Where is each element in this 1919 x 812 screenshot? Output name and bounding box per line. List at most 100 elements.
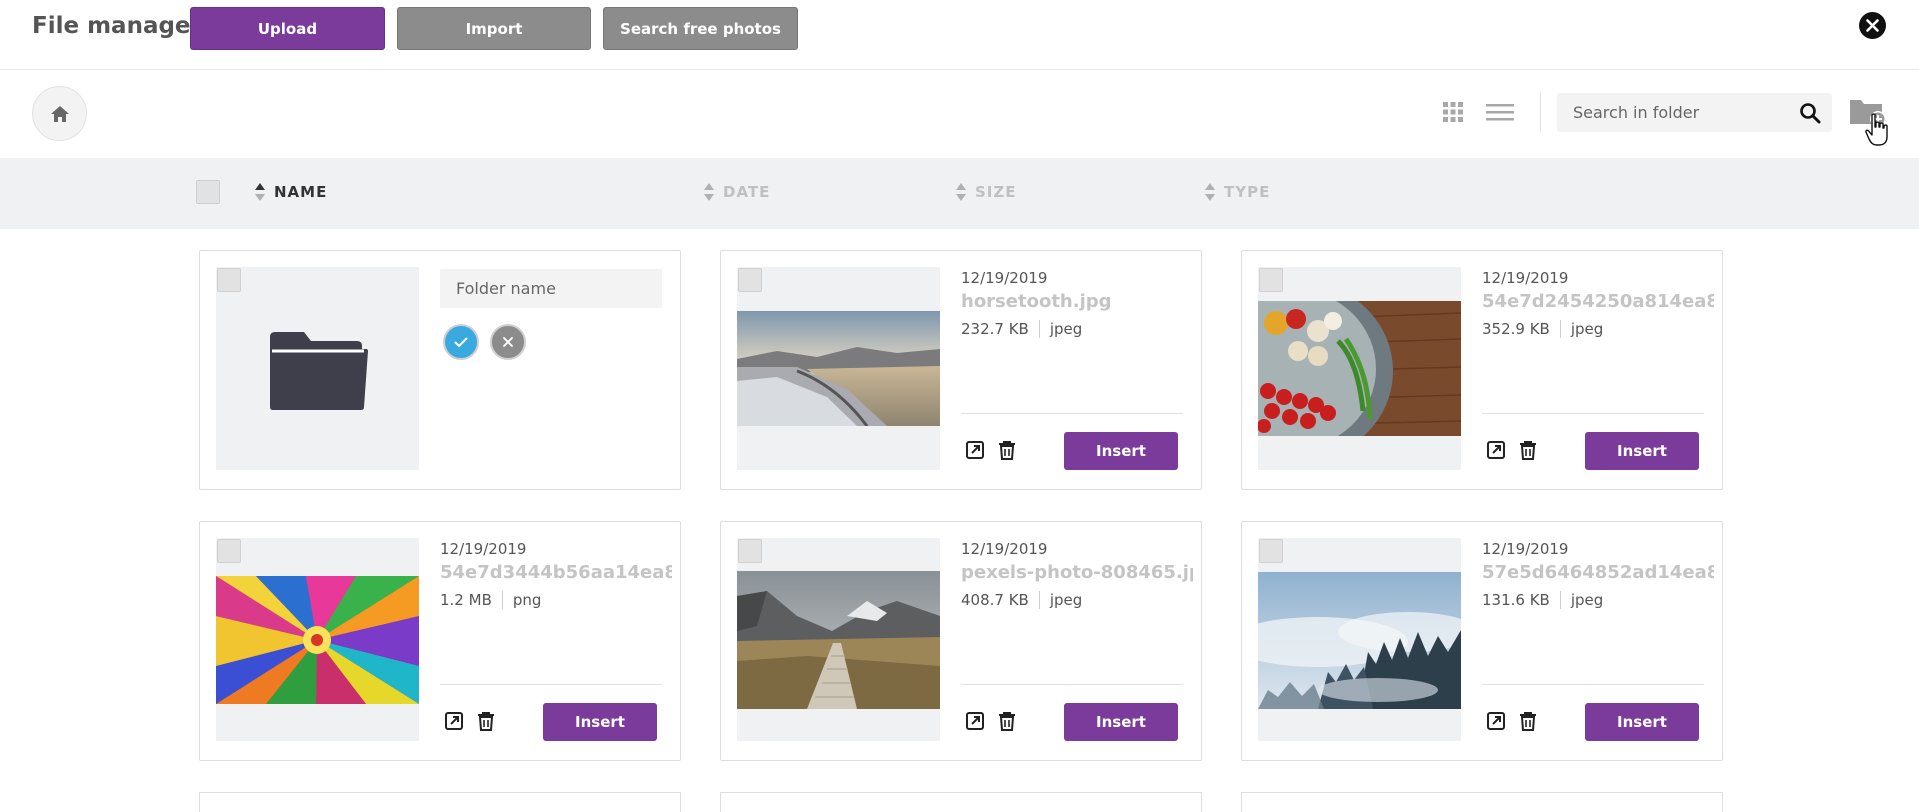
card-divider — [1482, 413, 1704, 414]
file-checkbox[interactable] — [738, 539, 762, 563]
open-external-icon[interactable] — [1485, 710, 1507, 732]
folder-checkbox[interactable] — [217, 268, 241, 292]
file-size: 131.6 KB — [1482, 591, 1550, 609]
info-divider — [1038, 320, 1040, 338]
sort-name-label: NAME — [274, 183, 328, 201]
new-folder-icon[interactable] — [1848, 94, 1890, 134]
close-icon — [1866, 19, 1879, 32]
lake-landscape-image — [737, 311, 940, 426]
sort-by-size[interactable]: SIZE — [955, 180, 1017, 204]
file-checkbox[interactable] — [1259, 268, 1283, 292]
file-card: 12/19/2019 57e5d6464852ad14ea8 131.6 KB … — [1241, 521, 1723, 761]
file-date: 12/19/2019 — [961, 269, 1048, 287]
trash-icon[interactable] — [996, 439, 1018, 461]
file-type: png — [512, 591, 542, 609]
cancel-folder-button[interactable] — [490, 324, 526, 360]
sort-arrows-icon — [956, 183, 966, 201]
file-size: 408.7 KB — [961, 591, 1029, 609]
open-external-icon[interactable] — [964, 710, 986, 732]
new-folder-card — [199, 250, 681, 490]
misty-forest-image — [1258, 572, 1461, 709]
trash-icon[interactable] — [475, 710, 497, 732]
info-divider — [1038, 591, 1040, 609]
file-thumbnail[interactable] — [737, 267, 940, 470]
sort-header: NAME DATE SIZE TYPE — [0, 158, 1919, 229]
open-external-icon[interactable] — [964, 439, 986, 461]
select-all-checkbox[interactable] — [196, 180, 220, 204]
file-name: 54e7d2454250a814ea8 — [1482, 291, 1714, 312]
sort-arrows-icon — [704, 183, 714, 201]
file-thumbnail[interactable] — [1258, 538, 1461, 741]
sort-date-label: DATE — [723, 183, 771, 201]
folder-icon — [270, 332, 368, 410]
home-icon — [50, 105, 69, 122]
insert-button[interactable]: Insert — [1585, 703, 1699, 741]
card-divider — [440, 684, 662, 685]
file-date: 12/19/2019 — [1482, 540, 1569, 558]
file-date: 12/19/2019 — [1482, 269, 1569, 287]
search-input[interactable] — [1557, 93, 1787, 132]
file-thumbnail[interactable] — [216, 538, 419, 741]
insert-button[interactable]: Insert — [1064, 432, 1178, 470]
file-card-partial — [199, 792, 681, 812]
sort-arrows-icon — [1205, 183, 1215, 201]
card-divider — [961, 413, 1183, 414]
check-icon — [454, 337, 468, 347]
close-button[interactable] — [1859, 12, 1886, 39]
list-view-icon[interactable] — [1486, 101, 1514, 123]
sort-by-date[interactable]: DATE — [703, 180, 770, 204]
file-checkbox[interactable] — [1259, 539, 1283, 563]
sort-arrows-icon — [255, 183, 265, 201]
file-date: 12/19/2019 — [961, 540, 1048, 558]
trash-icon[interactable] — [1517, 710, 1539, 732]
trash-icon[interactable] — [1517, 439, 1539, 461]
open-external-icon[interactable] — [1485, 439, 1507, 461]
mountain-path-image — [737, 571, 940, 709]
trash-icon[interactable] — [996, 710, 1018, 732]
file-checkbox[interactable] — [217, 539, 241, 563]
file-checkbox[interactable] — [738, 268, 762, 292]
file-type: jpeg — [1570, 591, 1604, 609]
search-icon[interactable] — [1799, 102, 1821, 124]
file-type: jpeg — [1570, 320, 1604, 338]
sort-by-type[interactable]: TYPE — [1204, 180, 1270, 204]
folder-name-input[interactable] — [440, 269, 662, 308]
file-card-partial — [1241, 792, 1723, 812]
card-divider — [1482, 684, 1704, 685]
home-button[interactable] — [32, 86, 87, 141]
grid-view-icon[interactable] — [1442, 101, 1464, 123]
top-bar: File manager Upload Import Search free p… — [0, 0, 1919, 70]
file-name: horsetooth.jpg — [961, 291, 1112, 312]
upload-button[interactable]: Upload — [190, 7, 385, 50]
file-name: 54e7d3444b56aa14ea8 — [440, 562, 672, 583]
import-button[interactable]: Import — [397, 7, 591, 50]
confirm-folder-button[interactable] — [443, 324, 479, 360]
insert-button[interactable]: Insert — [543, 703, 657, 741]
file-card: 12/19/2019 horsetooth.jpg 232.7 KB jpeg … — [720, 250, 1202, 490]
sort-size-label: SIZE — [975, 183, 1017, 201]
info-divider — [1559, 320, 1561, 338]
file-thumbnail[interactable] — [1258, 267, 1461, 470]
file-date: 12/19/2019 — [440, 540, 527, 558]
info-divider — [1559, 591, 1561, 609]
sort-by-name[interactable]: NAME — [254, 180, 327, 204]
file-type: jpeg — [1049, 320, 1083, 338]
open-external-icon[interactable] — [443, 710, 465, 732]
file-size: 1.2 MB — [440, 591, 492, 609]
toolbar-divider — [1540, 92, 1541, 132]
sort-type-label: TYPE — [1224, 183, 1271, 201]
search-box — [1557, 93, 1832, 132]
file-thumbnail[interactable] — [737, 538, 940, 741]
insert-button[interactable]: Insert — [1585, 432, 1699, 470]
file-card: 12/19/2019 54e7d3444b56aa14ea8 1.2 MB pn… — [199, 521, 681, 761]
app-title: File manager — [32, 13, 202, 39]
file-info: 352.9 KB jpeg — [1482, 320, 1603, 338]
file-name: 57e5d6464852ad14ea8 — [1482, 562, 1714, 583]
vegetables-image — [1258, 301, 1461, 436]
file-info: 131.6 KB jpeg — [1482, 591, 1603, 609]
file-info: 1.2 MB png — [440, 591, 541, 609]
insert-button[interactable]: Insert — [1064, 703, 1178, 741]
search-free-photos-button[interactable]: Search free photos — [603, 7, 798, 50]
close-icon — [503, 337, 513, 347]
file-name: pexels-photo-808465.jp — [961, 562, 1193, 583]
